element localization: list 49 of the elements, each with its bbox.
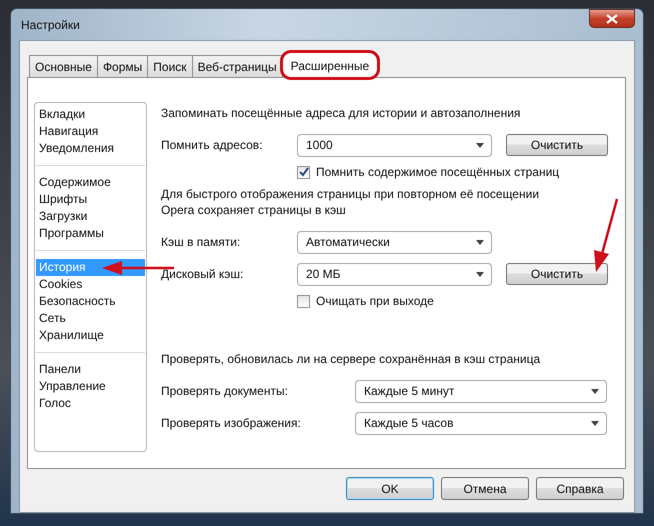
- category-item[interactable]: Программы: [36, 225, 145, 242]
- field-label: Помнить адресов:: [161, 138, 264, 152]
- dialog-button[interactable]: OK: [346, 477, 434, 500]
- checkbox[interactable]: Очищать при выходе: [161, 290, 625, 312]
- category-item[interactable]: Безопасность: [36, 293, 145, 310]
- category-item[interactable]: Голос: [36, 395, 145, 412]
- dropdown[interactable]: 1000: [297, 134, 492, 156]
- dropdown[interactable]: Автоматически: [297, 230, 492, 254]
- category-item[interactable]: Содержимое: [36, 174, 145, 191]
- category-item[interactable]: Шрифты: [36, 191, 145, 208]
- category-item[interactable]: Сеть: [36, 310, 145, 327]
- category-item[interactable]: Cookies: [36, 276, 145, 293]
- category-item[interactable]: Вкладки: [36, 106, 145, 123]
- section-text: Проверять, обновилась ли на сервере сохранённая в кэш страница: [161, 351, 542, 367]
- tab[interactable]: Веб-страницы: [192, 55, 283, 77]
- category-item[interactable]: Загрузки: [36, 208, 145, 225]
- field-label: Проверять документы:: [161, 384, 289, 398]
- dialog-button[interactable]: Отмена: [441, 477, 529, 500]
- tab[interactable]: Основные: [29, 55, 98, 77]
- dropdown[interactable]: 20 МБ: [297, 262, 492, 286]
- close-button[interactable]: [589, 9, 635, 28]
- field-label: Проверять изображения:: [161, 416, 302, 430]
- checkbox-box[interactable]: [297, 294, 310, 308]
- section-text: Запоминать посещённые адреса для истории и автозаполнения: [161, 105, 522, 121]
- dialog-button[interactable]: Справка: [536, 477, 624, 500]
- dropdown[interactable]: Каждые 5 минут: [355, 380, 607, 402]
- close-icon: [606, 14, 618, 24]
- category-item[interactable]: Управление: [36, 378, 145, 395]
- clear-button[interactable]: Очистить: [506, 134, 608, 156]
- category-item[interactable]: Навигация: [36, 123, 145, 140]
- window-title: Настройки: [20, 18, 80, 32]
- tab[interactable]: Формы: [96, 55, 148, 77]
- caret-icon: [591, 420, 599, 426]
- field-label: Кэш в памяти:: [161, 235, 242, 249]
- category-item[interactable]: Уведомления: [36, 140, 145, 157]
- tab[interactable]: Поиск: [147, 55, 193, 77]
- checkbox[interactable]: Помнить содержимое посещённых страниц: [161, 161, 625, 183]
- clear-button[interactable]: Очистить: [506, 263, 608, 285]
- checkbox-box[interactable]: [297, 166, 310, 178]
- caret-icon: [476, 272, 484, 276]
- field-label: Дисковый кэш:: [161, 267, 244, 281]
- section-text: Для быстрого отображения страницы при повторном её посещении Opera сохраняет страницы в кэш: [161, 186, 540, 218]
- category-item[interactable]: Панели: [36, 361, 145, 378]
- dropdown[interactable]: Каждые 5 часов: [355, 412, 607, 434]
- caret-icon: [591, 388, 599, 394]
- caret-icon: [476, 240, 484, 244]
- caret-icon: [476, 142, 484, 148]
- tab[interactable]: Расширенные: [282, 52, 378, 78]
- category-item[interactable]: Хранилище: [36, 327, 145, 344]
